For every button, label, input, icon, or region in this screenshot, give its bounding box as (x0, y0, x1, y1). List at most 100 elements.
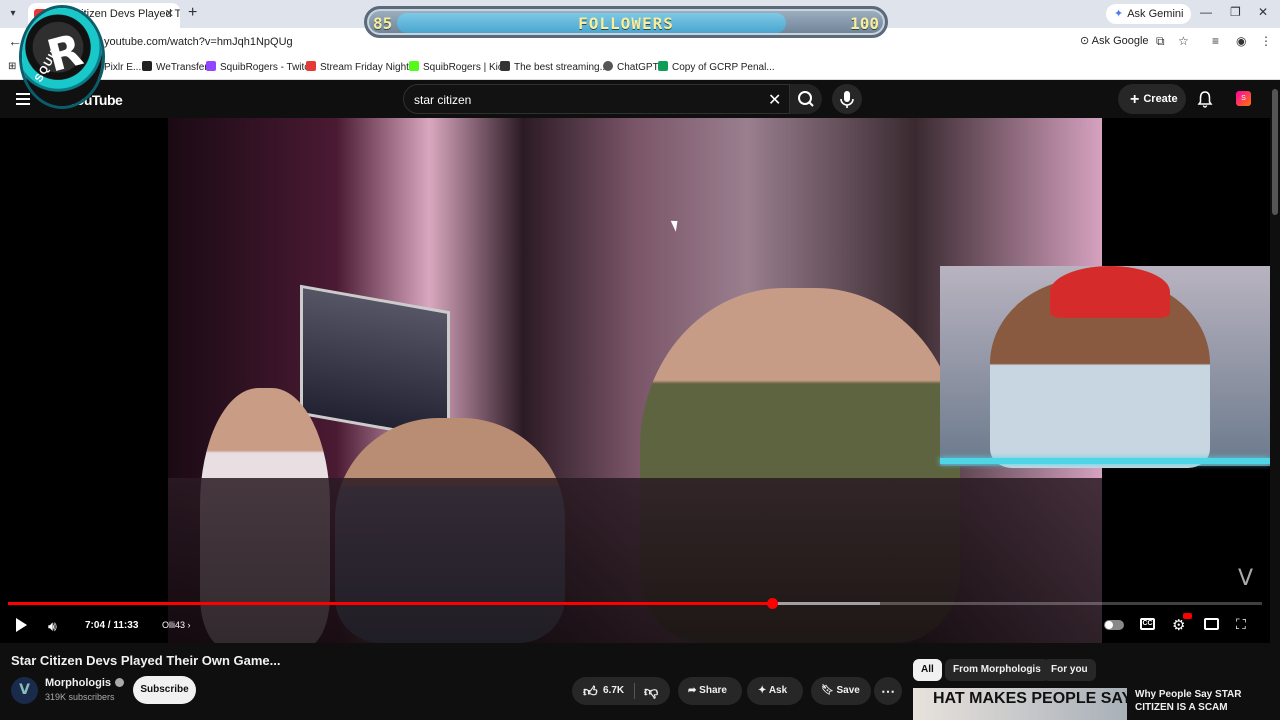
autoplay-toggle[interactable] (1104, 620, 1124, 630)
chip-from-channel[interactable]: From Morphologis (945, 659, 1049, 681)
bookmark-label: SquibRogers - Twitch (220, 62, 315, 73)
thumbs-up-icon[interactable]: 👍︎ (583, 677, 598, 705)
captions-icon[interactable]: CC (1140, 618, 1155, 630)
verified-check-icon (115, 678, 124, 687)
play-icon[interactable] (16, 618, 27, 632)
user-avatar[interactable]: S (1236, 91, 1251, 106)
chapter-label: Olli43 (162, 620, 186, 630)
bookmark-label: ChatGPT (617, 62, 659, 73)
window-close-icon[interactable]: ✕ (1258, 5, 1268, 19)
microphone-icon (840, 91, 854, 108)
followers-goal-bar: 85 FOLLOWERS 100 (364, 6, 888, 38)
bookmark-item[interactable]: SquibRogers - Twitch (206, 61, 315, 73)
bookmark-item[interactable]: WeTransfer (142, 61, 208, 73)
chip-all[interactable]: All (913, 659, 942, 681)
recommended-title[interactable]: Why People Say STAR CITIZEN IS A SCAM (1135, 688, 1255, 714)
bookmark-label: Stream Friday Night... (320, 62, 418, 73)
back-arrow-icon[interactable]: ← (8, 33, 22, 49)
hamburger-menu-icon[interactable] (16, 93, 30, 105)
like-dislike-group: 👍︎ 6.7K 👎︎ (572, 677, 670, 705)
bookmark-item[interactable]: ChatGPT (603, 61, 659, 73)
channel-watermark-icon[interactable]: V (1238, 566, 1253, 591)
bookmark-favicon-icon (306, 61, 316, 71)
ask-gemini-button[interactable]: ✦ Ask Gemini (1106, 4, 1192, 24)
streamer-cap (1050, 266, 1170, 318)
bookmark-item[interactable]: The best streaming... (500, 61, 608, 73)
more-actions-icon[interactable]: ⋯ (874, 677, 902, 705)
page-scrollbar[interactable] (1270, 81, 1280, 720)
ask-label: Ask (768, 685, 788, 696)
url-field[interactable]: youtube.com/watch?v=hmJqh1NpQUg (104, 36, 293, 48)
bookmark-label: Pixlr E... (104, 62, 142, 73)
thumbs-down-icon[interactable]: 👎︎ (644, 677, 658, 705)
ask-gemini-label: Ask Gemini (1127, 8, 1184, 20)
fullscreen-icon[interactable]: ⛶ (1236, 616, 1246, 633)
share-label: Share (699, 685, 727, 696)
bookmark-favicon-icon (603, 61, 613, 71)
bookmark-label: Copy of GCRP Penal... (672, 62, 775, 73)
voice-search-button[interactable] (832, 84, 862, 114)
plus-icon: + (1130, 91, 1140, 108)
tab-close-icon[interactable]: ✕ (165, 3, 174, 25)
apps-grid-icon[interactable]: ⊞ (8, 61, 16, 72)
video-title: Star Citizen Devs Played Their Own Game.… (11, 653, 281, 668)
progress-bar[interactable] (8, 598, 1262, 609)
bookmark-icon: 🔖︎ (821, 685, 834, 696)
install-app-icon[interactable]: ⧉ (1156, 34, 1165, 49)
theater-mode-icon[interactable] (1204, 618, 1219, 630)
hd-badge-icon (1183, 613, 1192, 619)
tab-list-dropdown-icon[interactable]: ▾ (4, 5, 22, 23)
restore-icon[interactable]: ❐ (1230, 5, 1241, 19)
channel-avatar[interactable]: V (11, 677, 38, 704)
search-input[interactable]: star citizen ✕ (403, 84, 790, 114)
video-player[interactable]: V 🔊︎ 7:04 / 11:33 Olli43 › CC ⚙ ⛶ (0, 118, 1270, 643)
ask-button[interactable]: ✦ Ask (747, 677, 803, 705)
share-button[interactable]: ➦ Share (678, 677, 742, 705)
chip-for-you[interactable]: For you (1043, 659, 1096, 681)
subscriber-count: 319K subscribers (45, 692, 115, 702)
played-bar (8, 602, 772, 605)
bookmark-item[interactable]: SquibRogers | Kick (409, 61, 508, 73)
subscribe-button[interactable]: Subscribe (133, 676, 196, 704)
save-button[interactable]: 🔖︎ Save (811, 677, 871, 705)
ask-google-label: Ask Google (1091, 35, 1149, 47)
time-display: 7:04 / 11:33 (85, 620, 139, 631)
scrollbar-thumb[interactable] (1272, 89, 1278, 215)
channel-name[interactable]: Morphologis (45, 677, 124, 689)
chapter-button[interactable]: Olli43 › (162, 620, 191, 630)
bookmark-favicon-icon (409, 61, 419, 71)
bookmark-item[interactable]: Stream Friday Night... (306, 61, 417, 73)
search-icon (798, 91, 814, 107)
media-controls-icon[interactable]: ≡ (1212, 34, 1219, 48)
search-button[interactable] (790, 84, 822, 114)
new-tab-icon[interactable]: + (188, 4, 197, 22)
clear-search-icon[interactable]: ✕ (768, 90, 781, 110)
channel-name-label: Morphologis (45, 677, 111, 689)
ask-google-button[interactable]: ⊙ Ask Google (1080, 34, 1149, 47)
chevron-right-icon: › (187, 620, 191, 630)
bookmark-star-icon[interactable]: ☆ (1178, 34, 1189, 48)
bookmark-label: The best streaming... (514, 62, 608, 73)
sparkle-icon: ✦ (758, 685, 767, 696)
notifications-bell-icon[interactable] (1196, 90, 1214, 108)
minimize-icon[interactable]: — (1200, 5, 1212, 19)
bookmarks-bar: ⊞ Pixlr E... WeTransfer SquibRogers - Tw… (0, 56, 1280, 80)
recommended-thumbnail[interactable]: HAT MAKES PEOPLE SAY (913, 688, 1127, 720)
bookmark-label: SquibRogers | Kick (423, 62, 508, 73)
thumbnail-text: HAT MAKES PEOPLE SAY (933, 690, 1127, 707)
bookmark-label: WeTransfer (156, 62, 208, 73)
share-arrow-icon: ➦ (688, 685, 697, 696)
bookmark-item[interactable]: Copy of GCRP Penal... (658, 61, 775, 73)
player-controls: 🔊︎ 7:04 / 11:33 Olli43 › CC ⚙ ⛶ (0, 612, 1270, 642)
squib-logo: R SQUIB (22, 8, 102, 106)
bookmark-favicon-icon (142, 61, 152, 71)
followers-label: FOLLOWERS (578, 14, 674, 33)
create-label: Create (1143, 93, 1178, 105)
menu-dots-icon[interactable]: ⋮ (1260, 34, 1272, 48)
create-button[interactable]: + Create (1118, 84, 1186, 114)
scrubber-knob[interactable] (766, 598, 778, 609)
profile-icon[interactable]: ◉ (1236, 34, 1246, 48)
webcam-border-bar (940, 458, 1270, 464)
volume-icon[interactable]: 🔊︎ (48, 618, 57, 635)
like-count[interactable]: 6.7K (603, 677, 624, 705)
